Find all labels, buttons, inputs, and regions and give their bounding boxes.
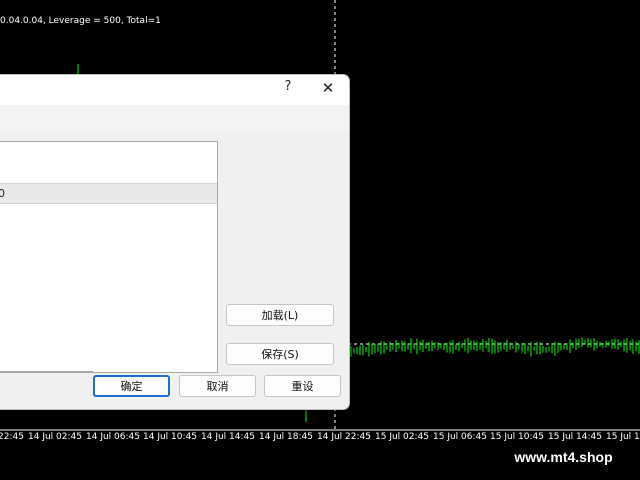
time-label: 14 Jul 18:45: [259, 432, 313, 442]
divider: [0, 371, 93, 372]
time-label: 15 Jul 06:45: [433, 432, 487, 442]
list-column-header: 1: [0, 150, 1, 163]
dialog-header-band: [0, 105, 349, 133]
time-label: 14 Jul 14:45: [201, 432, 255, 442]
list-item-label: 0: [0, 187, 5, 200]
time-label: 15 Jul 10:45: [490, 432, 544, 442]
time-label: 14 Jul 22:45: [317, 432, 371, 442]
time-label: 15 Jul 18:45: [606, 432, 640, 442]
ok-button[interactable]: 确定: [93, 375, 170, 397]
settings-dialog: ? ✕ 1 0 加载(L) 保存(S) 确定 取消 重设: [0, 74, 350, 410]
reset-button[interactable]: 重设: [264, 375, 341, 397]
parameter-list[interactable]: 1 0: [0, 141, 218, 373]
dialog-titlebar[interactable]: ? ✕: [0, 75, 349, 105]
time-label: 14 Jul 02:45: [28, 432, 82, 442]
close-button[interactable]: ✕: [317, 79, 339, 101]
cancel-button[interactable]: 取消: [179, 375, 256, 397]
chart-info-text: 0.04.0.04, Leverage = 500, Total=1: [0, 16, 161, 26]
time-label: 14 Jul 06:45: [86, 432, 140, 442]
load-button[interactable]: 加载(L): [226, 304, 334, 326]
time-label: 15 Jul 02:45: [375, 432, 429, 442]
help-button[interactable]: ?: [277, 79, 299, 101]
save-button[interactable]: 保存(S): [226, 343, 334, 365]
list-item[interactable]: 0: [0, 183, 217, 204]
time-label: 15 Jul 14:45: [548, 432, 602, 442]
time-label: 22:45: [0, 432, 24, 442]
time-label: 14 Jul 10:45: [143, 432, 197, 442]
watermark-text: www.mt4.shop: [497, 444, 630, 470]
